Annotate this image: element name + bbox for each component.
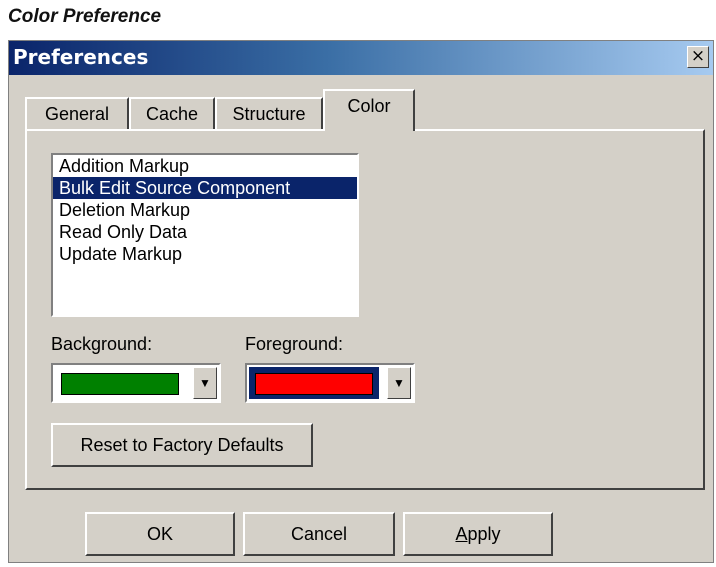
apply-label-rest: pply: [467, 524, 501, 544]
close-icon: ×: [690, 46, 706, 66]
tab-structure[interactable]: Structure: [215, 97, 323, 131]
tab-color[interactable]: Color: [323, 89, 415, 131]
tab-label: Cache: [145, 104, 199, 124]
reset-defaults-button[interactable]: Reset to Factory Defaults: [51, 423, 313, 467]
foreground-color-swatch: [255, 373, 373, 395]
list-item[interactable]: Addition Markup: [53, 155, 357, 177]
close-button[interactable]: ×: [687, 46, 709, 68]
title-bar[interactable]: Preferences ×: [9, 41, 713, 75]
list-item[interactable]: Update Markup: [53, 243, 357, 265]
chevron-down-icon[interactable]: ▼: [387, 367, 411, 399]
list-item[interactable]: Read Only Data: [53, 221, 357, 243]
background-color-swatch: [61, 373, 179, 395]
list-item[interactable]: Deletion Markup: [53, 199, 357, 221]
window-title: Preferences: [13, 45, 149, 69]
foreground-color-select[interactable]: ▼: [245, 363, 415, 403]
list-item[interactable]: Bulk Edit Source Component: [53, 177, 357, 199]
tab-general[interactable]: General: [25, 97, 129, 131]
apply-button[interactable]: Apply: [403, 512, 553, 556]
cancel-button[interactable]: Cancel: [243, 512, 395, 556]
background-color-select[interactable]: ▼: [51, 363, 221, 403]
foreground-label: Foreground:: [245, 334, 344, 354]
apply-mnemonic: A: [455, 524, 468, 544]
tab-cache[interactable]: Cache: [129, 97, 215, 131]
color-tab-panel: Addition Markup Bulk Edit Source Compone…: [25, 129, 705, 490]
tab-label: Color: [347, 96, 391, 116]
ok-button[interactable]: OK: [85, 512, 235, 556]
tab-label: General: [44, 104, 110, 124]
background-label: Background:: [51, 334, 153, 354]
tab-label: Structure: [232, 104, 306, 124]
chevron-down-icon[interactable]: ▼: [193, 367, 217, 399]
markup-type-list[interactable]: Addition Markup Bulk Edit Source Compone…: [51, 153, 359, 317]
preferences-dialog: Preferences × General Cache Structure Co…: [8, 40, 714, 563]
figure-caption: Color Preference: [8, 6, 162, 27]
